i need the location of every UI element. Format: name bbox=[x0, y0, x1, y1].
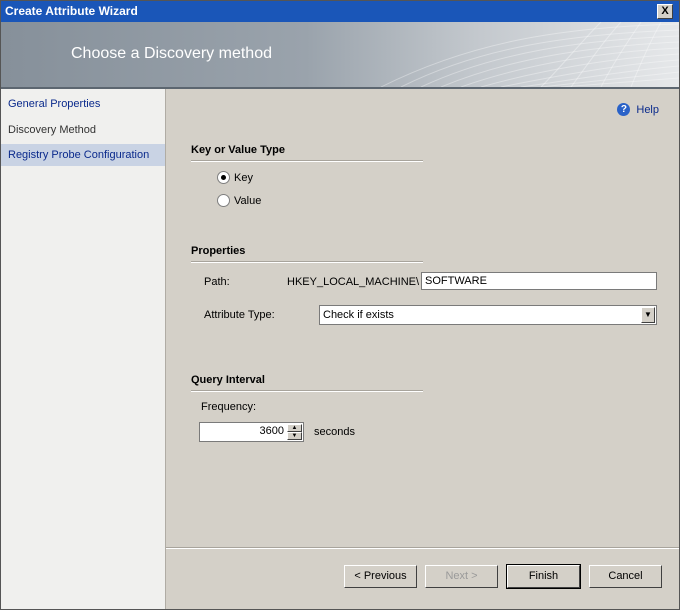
key-radio-label[interactable]: Key bbox=[234, 172, 253, 184]
header-banner: Choose a Discovery method bbox=[1, 22, 679, 87]
section-divider bbox=[191, 160, 423, 162]
wizard-steps-sidebar: General Properties Discovery Method Regi… bbox=[1, 89, 166, 609]
previous-button[interactable]: < Previous bbox=[344, 565, 417, 588]
chevron-down-icon[interactable]: ▼ bbox=[641, 307, 655, 323]
step-registry-probe-configuration[interactable]: Registry Probe Configuration bbox=[1, 144, 165, 166]
main-panel: ? Help Key or Value Type Key Value Prope… bbox=[166, 89, 679, 609]
step-discovery-method[interactable]: Discovery Method bbox=[1, 119, 165, 141]
section-divider bbox=[191, 390, 423, 392]
step-general-properties[interactable]: General Properties bbox=[1, 93, 165, 115]
next-button[interactable]: Next > bbox=[425, 565, 498, 588]
close-button[interactable]: X bbox=[657, 4, 673, 19]
attribute-type-value: Check if exists bbox=[323, 309, 394, 321]
finish-button[interactable]: Finish bbox=[506, 564, 581, 589]
window-title: Create Attribute Wizard bbox=[5, 4, 138, 18]
stepper-down-icon[interactable]: ▼ bbox=[287, 432, 302, 440]
frequency-stepper[interactable]: 3600 ▲ ▼ bbox=[199, 422, 304, 442]
value-radio-label[interactable]: Value bbox=[234, 195, 261, 207]
path-prefix: HKEY_LOCAL_MACHINE\ bbox=[287, 276, 420, 288]
key-radio[interactable] bbox=[217, 171, 230, 184]
query-interval-title: Query Interval bbox=[191, 374, 265, 386]
help-link[interactable]: ? Help bbox=[617, 103, 659, 116]
page-heading: Choose a Discovery method bbox=[71, 45, 272, 62]
frequency-unit: seconds bbox=[314, 426, 355, 438]
attribute-type-label: Attribute Type: bbox=[204, 309, 275, 321]
frequency-value: 3600 bbox=[259, 425, 284, 437]
stepper-buttons: ▲ ▼ bbox=[287, 424, 302, 440]
cancel-button[interactable]: Cancel bbox=[589, 565, 662, 588]
title-bar[interactable]: Create Attribute Wizard X bbox=[1, 1, 679, 22]
properties-title: Properties bbox=[191, 245, 246, 257]
help-label: Help bbox=[636, 104, 659, 116]
value-radio[interactable] bbox=[217, 194, 230, 207]
path-label: Path: bbox=[204, 276, 230, 288]
path-input[interactable]: SOFTWARE bbox=[421, 272, 657, 290]
attribute-type-select[interactable]: Check if exists ▼ bbox=[319, 305, 657, 325]
frequency-label: Frequency: bbox=[201, 401, 257, 413]
footer-divider bbox=[166, 547, 679, 549]
question-icon: ? bbox=[617, 103, 631, 116]
wizard-window: Create Attribute Wizard X Choose a Disco… bbox=[0, 0, 680, 610]
section-divider bbox=[191, 261, 423, 263]
key-or-value-type-title: Key or Value Type bbox=[191, 144, 285, 156]
stepper-up-icon[interactable]: ▲ bbox=[287, 424, 302, 432]
